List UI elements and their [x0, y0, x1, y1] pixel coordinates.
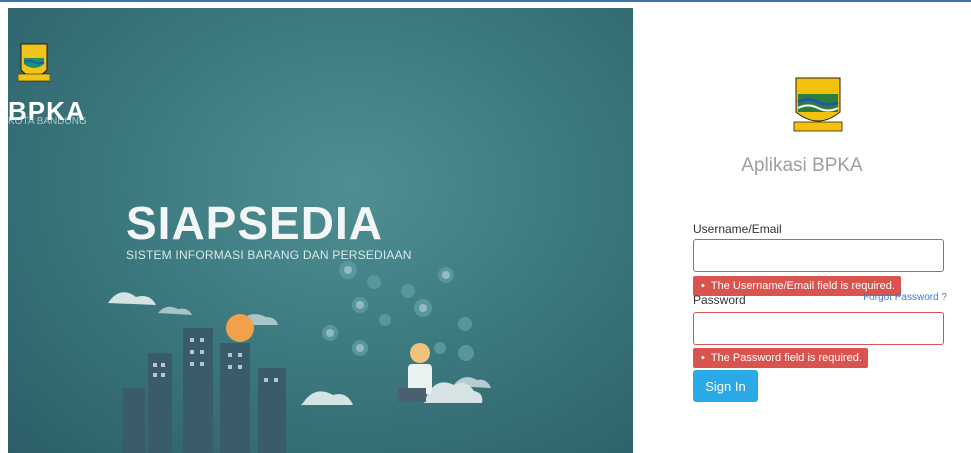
app-title: Aplikasi BPKA [741, 155, 863, 176]
bullet-icon: • [701, 352, 705, 364]
password-error: • The Password field is required. [693, 348, 868, 368]
password-label: Password [693, 293, 746, 307]
hero-subtitle: SISTEM INFORMASI BARANG DAN PERSEDIAAN [126, 248, 412, 262]
bandung-emblem [793, 77, 843, 132]
username-error-text: The Username/Email field is required. [710, 280, 895, 292]
hero-panel: BPKA KOTA BANDUNG SIAPSEDIA SISTEM INFOR… [8, 8, 633, 453]
window-top-border [0, 0, 971, 2]
hero-title: SIAPSEDIA [126, 197, 383, 249]
forgot-password-link[interactable]: Forgot Password ? [863, 292, 947, 303]
login-panel: Aplikasi BPKA Username/Email • The Userna… [633, 8, 971, 453]
username-input[interactable] [693, 239, 944, 272]
sign-in-button[interactable]: Sign In [693, 370, 758, 402]
brand-logo-subtitle: KOTA BANDUNG [8, 116, 87, 127]
bullet-icon: • [701, 280, 705, 292]
logo-emblem-left [18, 43, 50, 82]
username-label: Username/Email [693, 222, 782, 236]
password-error-text: The Password field is required. [710, 352, 862, 364]
password-input[interactable] [693, 312, 944, 345]
